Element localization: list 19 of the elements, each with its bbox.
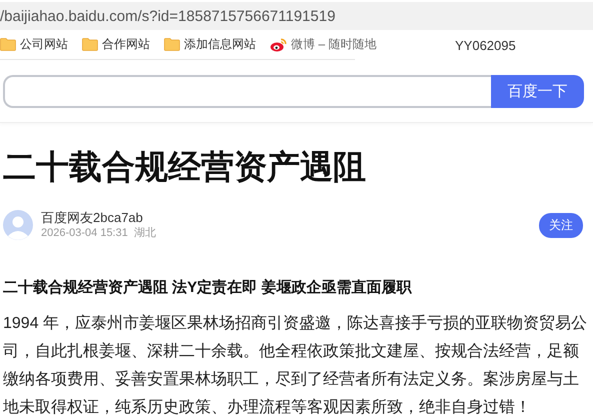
bookmark-item[interactable]: 合作网站 xyxy=(82,36,150,53)
bookmark-item[interactable]: 公司网站 xyxy=(0,36,68,53)
post-date: 2026-03-04 15:31 xyxy=(41,226,128,241)
weibo-icon xyxy=(270,38,287,52)
author-name[interactable]: 百度网友2bca7ab xyxy=(41,209,531,226)
article-title: 二十载合规经营资产遇阻 xyxy=(3,147,367,187)
search-field[interactable] xyxy=(3,75,491,108)
article-paragraph: 1994 年，应泰州市姜堰区果林场招商引资盛邀，陈达喜接手亏损的亚联物资贸易公司，自此扎根姜堰、深耕二十余载。他全程依政策批文建屋、按规合法经营，足额缴纳各项费用、妥善安置果林场职工，尽到了经营者所有法定义务。案涉房屋与土地未取得权证，纯系历史政策、办理流程等客观因素所致，绝非自身过错！ xyxy=(3,313,588,418)
folder-icon xyxy=(82,38,98,51)
bookmark-label: YY062095 xyxy=(455,38,516,52)
post-location: 湖北 xyxy=(134,226,156,241)
article-subheading: 二十载合规经营资产遇阻 法Y定责在即 姜堰政企亟需直面履职 xyxy=(3,278,413,298)
folder-icon xyxy=(164,38,180,51)
avatar-icon xyxy=(3,210,33,240)
bookmark-item[interactable]: 添加信息网站 xyxy=(164,36,256,53)
folder-icon xyxy=(0,38,16,51)
bookmark-item[interactable]: 微博 – 随时随地 xyxy=(270,36,376,53)
search-button[interactable]: 百度一下 xyxy=(491,75,584,108)
follow-button[interactable]: 关注 xyxy=(539,212,583,238)
